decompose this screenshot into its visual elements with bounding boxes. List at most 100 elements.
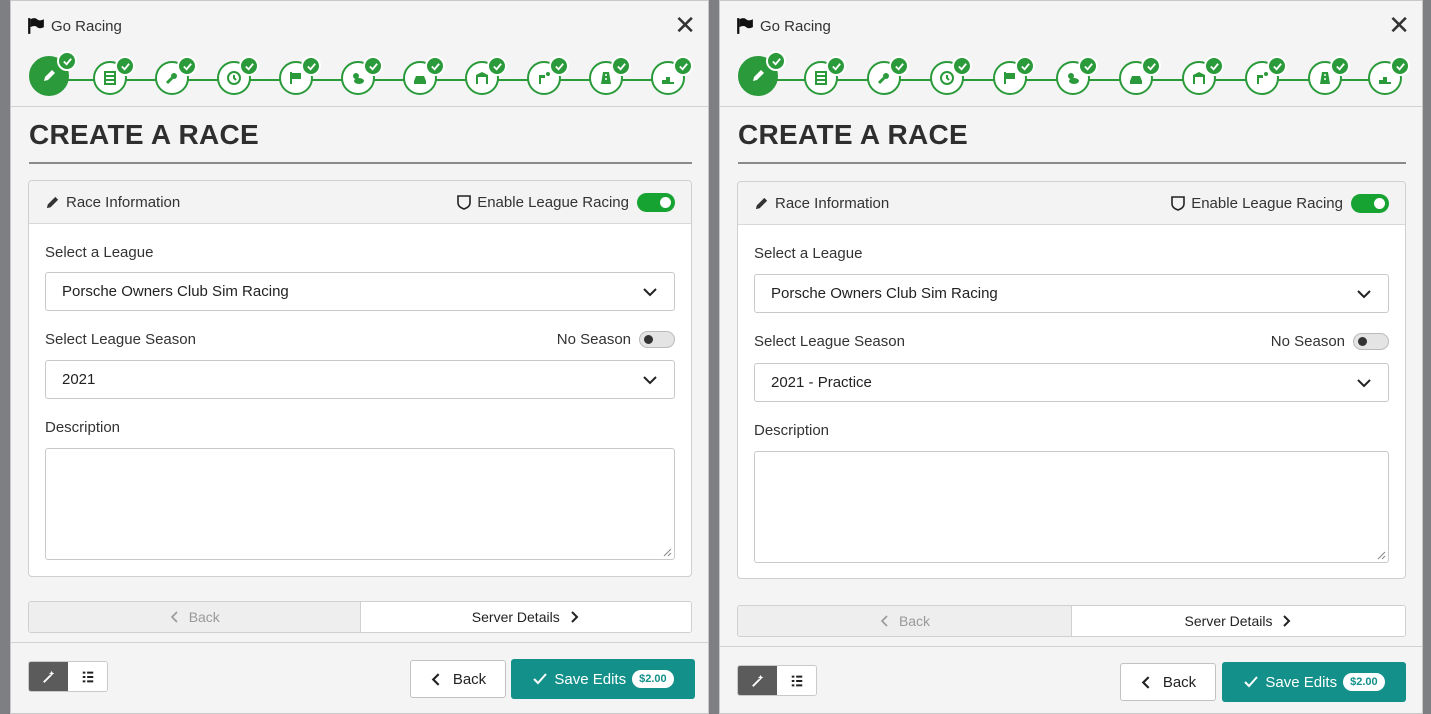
step-pits[interactable] bbox=[1245, 56, 1287, 95]
step-cars[interactable] bbox=[403, 56, 445, 95]
list-view-button[interactable] bbox=[777, 666, 816, 695]
no-season-toggle[interactable] bbox=[639, 331, 675, 348]
footer-divider bbox=[11, 642, 708, 643]
step-garage[interactable] bbox=[465, 56, 507, 95]
server-details-label: Server Details bbox=[1184, 613, 1273, 629]
league-racing-toggle-group: Enable League Racing bbox=[456, 192, 675, 212]
step-weather[interactable] bbox=[341, 56, 383, 95]
chevron-down-icon bbox=[1357, 378, 1371, 387]
weather-icon bbox=[353, 73, 364, 84]
chevron-down-icon bbox=[1357, 289, 1371, 298]
back-button[interactable]: Back bbox=[1120, 663, 1216, 701]
close-button[interactable]: ✕ bbox=[674, 13, 696, 39]
check-icon bbox=[533, 673, 548, 685]
flag-icon bbox=[737, 18, 753, 34]
server-list-icon bbox=[815, 71, 827, 85]
list-view-button[interactable] bbox=[68, 662, 107, 691]
wizard-view-button[interactable] bbox=[29, 662, 68, 691]
shield-icon bbox=[1171, 196, 1186, 211]
league-racing-toggle[interactable] bbox=[1351, 193, 1389, 213]
league-racing-label: Enable League Racing bbox=[477, 193, 629, 211]
season-label: Select League Season bbox=[754, 333, 905, 350]
description-textarea[interactable] bbox=[45, 448, 675, 560]
season-select-value: 2021 - Practice bbox=[771, 374, 872, 391]
step-track[interactable] bbox=[1308, 56, 1350, 95]
resize-grip-icon[interactable] bbox=[662, 547, 672, 557]
step-sessions[interactable] bbox=[993, 56, 1035, 95]
step-results[interactable] bbox=[1368, 56, 1410, 95]
save-edits-button[interactable]: Save Edits $2.00 bbox=[511, 659, 695, 699]
chevron-left-icon bbox=[431, 672, 440, 686]
wizard-view-button[interactable] bbox=[738, 666, 777, 695]
step-schedule[interactable] bbox=[930, 56, 972, 95]
key-icon bbox=[165, 73, 177, 85]
close-button[interactable]: ✕ bbox=[1388, 13, 1410, 39]
check-icon bbox=[1267, 56, 1287, 76]
step-garage[interactable] bbox=[1182, 56, 1224, 95]
server-details-button[interactable]: Server Details bbox=[1072, 606, 1405, 636]
league-select-value: Porsche Owners Club Sim Racing bbox=[62, 283, 289, 300]
flag-icon bbox=[290, 72, 301, 84]
check-icon bbox=[1141, 56, 1161, 76]
save-edits-label: Save Edits bbox=[554, 670, 627, 688]
no-season-label: No Season bbox=[556, 331, 631, 348]
view-toggle-group bbox=[737, 665, 817, 696]
chevron-down-icon bbox=[643, 287, 657, 296]
step-race-info[interactable] bbox=[738, 51, 786, 96]
step-back-button[interactable]: Back bbox=[738, 606, 1072, 636]
chevron-down-icon bbox=[643, 375, 657, 384]
price-badge: $2.00 bbox=[632, 670, 674, 688]
pit-flag-icon bbox=[539, 72, 550, 84]
weather-icon bbox=[1068, 73, 1079, 84]
step-back-button[interactable]: Back bbox=[29, 602, 361, 632]
step-server[interactable] bbox=[804, 56, 846, 95]
pit-flag-icon bbox=[1257, 72, 1268, 84]
cars-icon bbox=[414, 76, 426, 84]
step-track[interactable] bbox=[589, 56, 631, 95]
card-header: Race Information Enable League Racing bbox=[29, 181, 691, 224]
race-information-card: Race Information Enable League Racing Se… bbox=[28, 180, 692, 577]
price-badge: $2.00 bbox=[1343, 673, 1385, 691]
check-icon bbox=[425, 56, 445, 76]
server-details-button[interactable]: Server Details bbox=[360, 602, 691, 632]
wizard-stepper bbox=[720, 51, 1422, 107]
clock-icon bbox=[227, 71, 241, 85]
back-button[interactable]: Back bbox=[410, 660, 506, 698]
season-select[interactable]: 2021 bbox=[45, 360, 675, 399]
save-edits-button[interactable]: Save Edits $2.00 bbox=[1222, 662, 1406, 702]
no-season-toggle[interactable] bbox=[1353, 333, 1389, 350]
step-back-label: Back bbox=[188, 609, 220, 625]
check-icon bbox=[826, 56, 846, 76]
step-pits[interactable] bbox=[527, 56, 569, 95]
check-icon bbox=[766, 51, 786, 71]
league-select-value: Porsche Owners Club Sim Racing bbox=[771, 285, 998, 302]
step-sessions[interactable] bbox=[279, 56, 321, 95]
league-racing-toggle[interactable] bbox=[637, 192, 675, 212]
clock-icon bbox=[940, 71, 954, 85]
description-textarea[interactable] bbox=[754, 451, 1389, 563]
step-cars[interactable] bbox=[1119, 56, 1161, 95]
resize-grip-icon[interactable] bbox=[1376, 550, 1386, 560]
garage-icon bbox=[1193, 72, 1205, 84]
step-weather[interactable] bbox=[1056, 56, 1098, 95]
league-select[interactable]: Porsche Owners Club Sim Racing bbox=[45, 272, 675, 311]
step-race-info[interactable] bbox=[29, 51, 77, 96]
league-select[interactable]: Porsche Owners Club Sim Racing bbox=[754, 274, 1389, 313]
card-header: Race Information Enable League Racing bbox=[738, 182, 1405, 225]
step-results[interactable] bbox=[651, 56, 693, 95]
step-server[interactable] bbox=[93, 56, 135, 95]
no-season-label: No Season bbox=[1270, 333, 1345, 350]
step-access[interactable] bbox=[155, 56, 197, 95]
track-icon bbox=[1320, 72, 1330, 84]
season-select[interactable]: 2021 - Practice bbox=[754, 363, 1389, 402]
back-button-label: Back bbox=[452, 670, 487, 688]
save-edits-label: Save Edits bbox=[1265, 673, 1338, 691]
description-label: Description bbox=[45, 419, 121, 436]
create-race-dialog-right: Go Racing ✕ CREATE A RACE Race Informati… bbox=[719, 0, 1423, 714]
check-icon bbox=[1015, 56, 1035, 76]
title-divider bbox=[738, 162, 1406, 164]
view-toggle-group bbox=[28, 661, 108, 692]
league-label: Select a League bbox=[45, 244, 154, 261]
step-access[interactable] bbox=[867, 56, 909, 95]
step-schedule[interactable] bbox=[217, 56, 259, 95]
